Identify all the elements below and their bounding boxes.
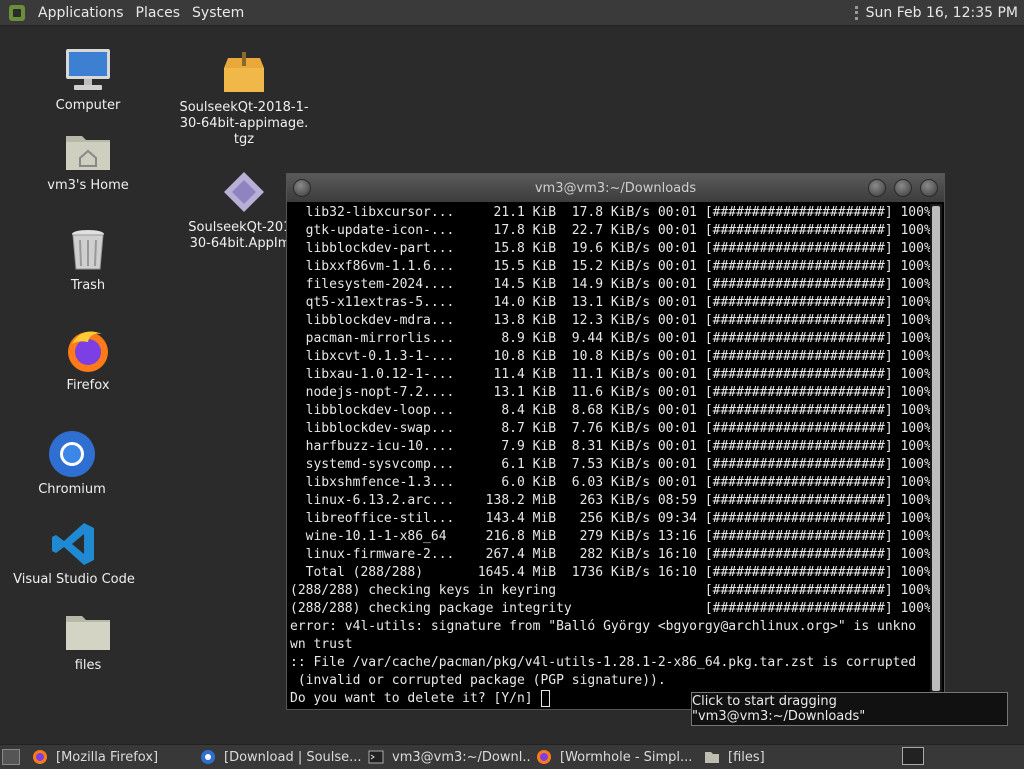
terminal-line: linux-6.13.2.arc... 138.2 MiB 263 KiB/s … [290, 493, 930, 508]
task-button-files[interactable]: [files] [698, 746, 858, 768]
task-label: vm3@vm3:~/Downl... [392, 749, 530, 765]
desktop-icon-chromium[interactable]: Chromium [7, 430, 137, 498]
close-icon[interactable] [920, 179, 938, 197]
appimage-icon [224, 172, 264, 212]
terminal-icon [368, 750, 384, 764]
task-button-chromium[interactable]: [Download | Soulse... [194, 746, 362, 768]
top-panel: Applications Places System Sun Feb 16, 1… [0, 0, 1024, 26]
terminal-line: libblockdev-loop... 8.4 KiB 8.68 KiB/s 0… [290, 403, 930, 418]
desktop-icon-label: SoulseekQt-2018 30-64bit.AppIma [188, 220, 300, 251]
desktop-icon-label: files [74, 658, 102, 673]
terminal-window[interactable]: vm3@vm3:~/Downloads lib32-libxcursor... … [286, 173, 945, 710]
terminal-line: (288/288) checking package integrity [##… [290, 601, 930, 616]
terminal-line: pacman-mirrorlis... 8.9 KiB 9.44 KiB/s 0… [290, 331, 930, 346]
desktop-icon-label: Chromium [38, 482, 106, 497]
mate-logo-icon[interactable] [8, 4, 26, 22]
show-desktop-icon[interactable] [2, 749, 20, 765]
terminal-line: filesystem-2024.... 14.5 KiB 14.9 KiB/s … [290, 277, 930, 292]
menu-places[interactable]: Places [130, 5, 187, 21]
terminal-line: (invalid or corrupted package (PGP signa… [290, 673, 666, 688]
terminal-line: harfbuzz-icu-10.... 7.9 KiB 8.31 KiB/s 0… [290, 439, 930, 454]
bottom-taskbar: [Mozilla Firefox] [Download | Soulse... … [0, 744, 1024, 769]
terminal-line: libblockdev-mdra... 13.8 KiB 12.3 KiB/s … [290, 313, 930, 328]
terminal-line: libxxf86vm-1.1.6... 15.5 KiB 15.2 KiB/s … [290, 259, 930, 274]
menu-applications[interactable]: Applications [32, 5, 130, 21]
home-folder-icon [66, 136, 110, 170]
chromium-icon [49, 431, 95, 477]
minimize-icon[interactable] [868, 179, 886, 197]
terminal-line: wine-10.1-1-x86_64 216.8 MiB 279 KiB/s 1… [290, 529, 930, 544]
terminal-line: systemd-sysvcomp... 6.1 KiB 7.53 KiB/s 0… [290, 457, 930, 472]
firefox-icon [68, 331, 108, 372]
desktop-icon-trash[interactable]: Trash [23, 226, 153, 294]
window-menu-icon[interactable] [293, 179, 311, 197]
desktop-icon-computer[interactable]: Computer [23, 46, 153, 114]
terminal-line: libblockdev-part... 15.8 KiB 19.6 KiB/s … [290, 241, 930, 256]
desktop-icon-label: Visual Studio Code [13, 572, 135, 587]
clock[interactable]: Sun Feb 16, 12:35 PM [866, 5, 1018, 21]
workspace-switcher[interactable] [902, 747, 924, 765]
terminal-line: (288/288) checking keys in keyring [####… [290, 583, 930, 598]
desktop-icon-label: vm3's Home [47, 178, 129, 193]
scrollbar-thumb[interactable] [932, 206, 940, 691]
desktop-icon-vscode[interactable]: Visual Studio Code [9, 520, 139, 588]
task-label: [files] [728, 749, 765, 765]
terminal-line: qt5-x11extras-5.... 14.0 KiB 13.1 KiB/s … [290, 295, 930, 310]
terminal-line: Total (288/288) 1645.4 MiB 1736 KiB/s 16… [290, 565, 930, 580]
maximize-icon[interactable] [894, 179, 912, 197]
terminal-line: libxcvt-0.1.3-1-... 10.8 KiB 10.8 KiB/s … [290, 349, 930, 364]
desktop-icon-label: SoulseekQt-2018-1- 30-64bit-appimage. tg… [179, 100, 309, 147]
terminal-line: linux-firmware-2... 267.4 MiB 282 KiB/s … [290, 547, 930, 562]
panel-handle-icon [854, 5, 858, 20]
terminal-line: libblockdev-swap... 8.7 KiB 7.76 KiB/s 0… [290, 421, 930, 436]
desktop-icon-soulseek-tgz[interactable]: SoulseekQt-2018-1- 30-64bit-appimage. tg… [179, 48, 309, 148]
firefox-icon [537, 750, 551, 764]
desktop-icon-files[interactable]: files [23, 606, 153, 674]
computer-icon [66, 49, 110, 90]
terminal-titlebar[interactable]: vm3@vm3:~/Downloads [287, 174, 944, 202]
trash-icon [72, 230, 104, 270]
menu-system[interactable]: System [186, 5, 250, 21]
task-button-wormhole[interactable]: [Wormhole - Simpl... [530, 746, 698, 768]
terminal-line: wn trust [290, 637, 353, 652]
task-label: [Mozilla Firefox] [56, 749, 159, 765]
terminal-line: :: File /var/cache/pacman/pkg/v4l-utils-… [290, 655, 917, 670]
task-label: [Wormhole - Simpl... [560, 749, 693, 765]
desktop-icon-label: Computer [55, 98, 121, 113]
task-button-terminal[interactable]: vm3@vm3:~/Downl... [362, 746, 530, 768]
terminal-line: gtk-update-icon-... 17.8 KiB 22.7 KiB/s … [290, 223, 930, 238]
desktop-icon-firefox[interactable]: Firefox [23, 326, 153, 394]
folder-icon [66, 616, 110, 650]
terminal-line: libxau-1.0.12-1-... 11.4 KiB 11.1 KiB/s … [290, 367, 930, 382]
terminal-scrollbar[interactable] [930, 204, 942, 709]
terminal-line: error: v4l-utils: signature from "Balló … [290, 619, 917, 634]
desktop-icon-label: Firefox [66, 378, 110, 393]
vscode-icon [52, 523, 94, 565]
terminal-line: libxshmfence-1.3... 6.0 KiB 6.03 KiB/s 0… [290, 475, 930, 490]
terminal-line: libreoffice-stil... 143.4 MiB 256 KiB/s … [290, 511, 930, 526]
archive-icon [224, 52, 264, 92]
terminal-line: lib32-libxcursor... 21.1 KiB 17.8 KiB/s … [290, 205, 930, 220]
drag-tooltip: Click to start dragging "vm3@vm3:~/Downl… [691, 692, 1008, 726]
terminal-output[interactable]: lib32-libxcursor... 21.1 KiB 17.8 KiB/s … [289, 204, 930, 709]
terminal-line: nodejs-nopt-7.2.... 13.1 KiB 11.6 KiB/s … [290, 385, 930, 400]
task-label: [Download | Soulse... [224, 749, 362, 765]
terminal-cursor [541, 690, 551, 707]
desktop-icon-home[interactable]: vm3's Home [23, 126, 153, 194]
chromium-icon [201, 750, 215, 764]
firefox-icon [33, 750, 47, 764]
folder-icon [705, 752, 719, 763]
terminal-title: vm3@vm3:~/Downloads [534, 180, 697, 196]
task-button-firefox[interactable]: [Mozilla Firefox] [26, 746, 194, 768]
desktop-icon-label: Trash [70, 278, 106, 293]
